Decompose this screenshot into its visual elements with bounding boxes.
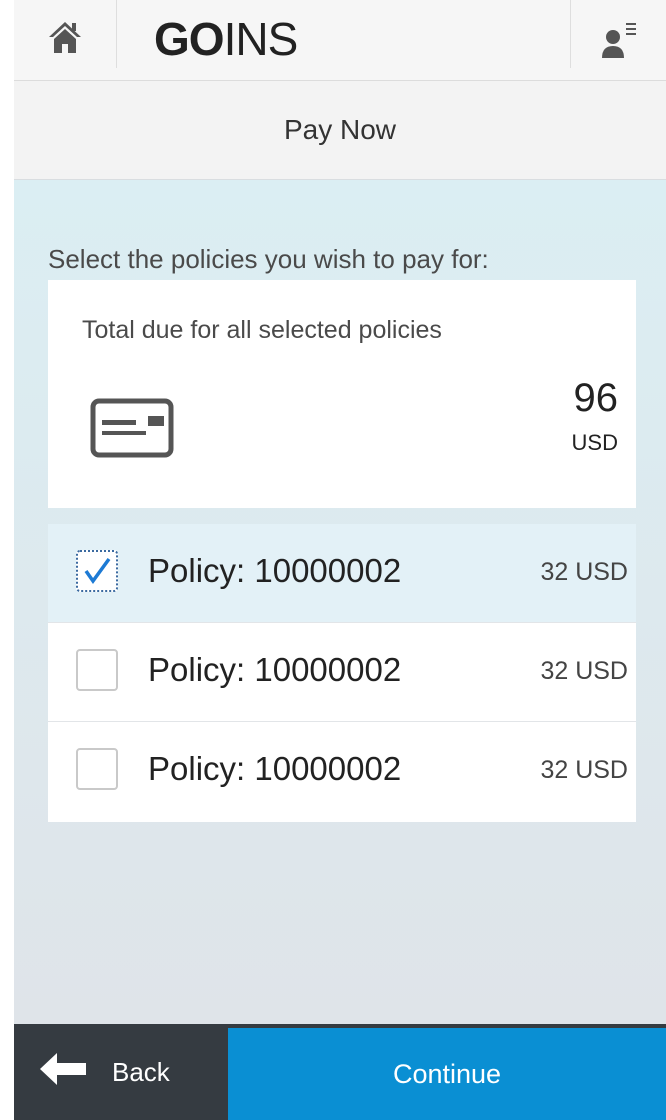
total-amount: 96 xyxy=(573,376,619,420)
header-divider xyxy=(570,0,571,68)
policy-label: Policy: 10000002 xyxy=(148,552,402,589)
back-button[interactable]: Back xyxy=(14,1024,228,1120)
policy-amount: 32 USD xyxy=(540,657,628,685)
credit-card-icon xyxy=(90,398,174,463)
policy-label: Policy: 10000002 xyxy=(148,651,402,688)
total-due-label: Total due for all selected policies xyxy=(82,316,442,344)
policy-list: Policy: 10000002 32 USD Policy: 10000002… xyxy=(48,524,636,822)
top-bar: GOINS xyxy=(14,0,666,81)
header-divider xyxy=(116,0,117,68)
app-root: GOINS Pay Now Select the policies you wi… xyxy=(14,0,666,1120)
user-menu-button[interactable] xyxy=(572,0,666,80)
instruction-text: Select the policies you wish to pay for: xyxy=(48,244,489,274)
home-button[interactable] xyxy=(14,0,116,80)
logo-light-text: INS xyxy=(223,13,299,65)
arrow-left-icon xyxy=(40,1052,86,1092)
checkmark-icon xyxy=(84,557,111,585)
policy-checkbox[interactable] xyxy=(76,748,118,790)
policy-checkbox[interactable] xyxy=(76,550,118,592)
back-label: Back xyxy=(112,1056,170,1087)
policy-label: Policy: 10000002 xyxy=(148,750,402,787)
main-content: Select the policies you wish to pay for:… xyxy=(14,180,666,1024)
policy-checkbox[interactable] xyxy=(76,649,118,691)
footer-bar: Back Continue xyxy=(14,1024,666,1120)
policy-row[interactable]: Policy: 10000002 32 USD xyxy=(48,623,636,722)
total-currency: USD xyxy=(571,430,618,455)
home-icon xyxy=(48,20,82,61)
page-title: Pay Now xyxy=(14,81,666,180)
continue-button[interactable]: Continue xyxy=(228,1028,666,1120)
policy-amount: 32 USD xyxy=(540,558,628,586)
user-menu-icon xyxy=(601,18,637,63)
continue-label: Continue xyxy=(392,1058,502,1089)
logo-bold-text: GO xyxy=(154,13,225,65)
app-logo: GOINS xyxy=(154,12,299,66)
policy-amount: 32 USD xyxy=(540,756,628,784)
policy-row[interactable]: Policy: 10000002 32 USD xyxy=(48,722,636,822)
policy-row[interactable]: Policy: 10000002 32 USD xyxy=(48,524,636,623)
total-due-card: Total due for all selected policies 96 U… xyxy=(48,280,636,508)
